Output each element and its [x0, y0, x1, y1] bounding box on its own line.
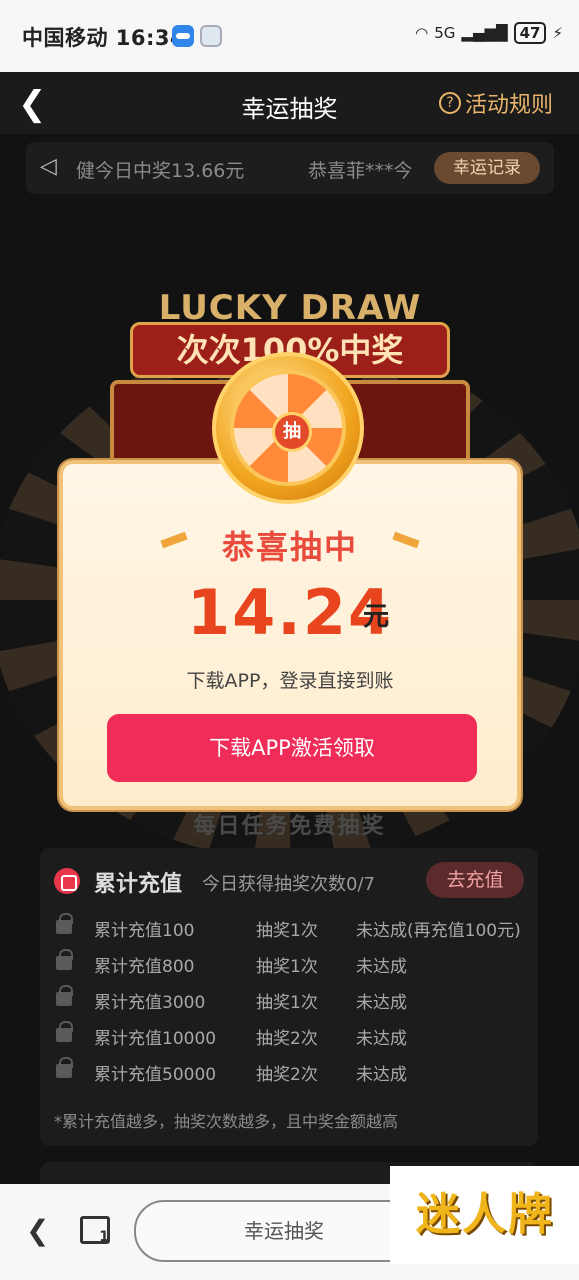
- wheel-segments: 抽: [230, 370, 346, 486]
- task-label: 累计充值800: [94, 957, 195, 977]
- task-status: 未达成: [356, 957, 407, 977]
- popup-hint: 下载APP，登录直接到账: [186, 670, 394, 692]
- browser-bottom-bar: ❮ 1 幸运抽奖 迷人牌: [0, 1166, 579, 1280]
- task-card-name: 累计充值: [94, 872, 183, 897]
- address-bar[interactable]: 幸运抽奖: [134, 1200, 434, 1262]
- watermark-logo: 迷人牌: [390, 1166, 579, 1264]
- task-status: 未达成(再充值100元): [356, 921, 521, 941]
- download-app-button[interactable]: 下载APP激活领取: [107, 714, 477, 782]
- task-row: 累计充值800 抽奖1次 未达成: [52, 948, 532, 984]
- task-label: 累计充值100: [94, 921, 195, 941]
- task-reward: 抽奖2次: [256, 1065, 318, 1085]
- browser-back-icon[interactable]: ❮: [26, 1214, 49, 1247]
- message-app-icon: [172, 25, 194, 47]
- question-icon: ?: [438, 92, 461, 114]
- task-row: 累计充值50000 抽奖2次 未达成: [52, 1056, 532, 1092]
- lock-icon: [56, 949, 73, 970]
- battery-level: 47: [513, 22, 547, 44]
- signal-bars-icon: ▂▄▆█: [461, 24, 508, 42]
- lock-icon: [56, 985, 73, 1006]
- prize-popup: 恭喜抽中 14.24 元 下载APP，登录直接到账 下载APP激活领取: [59, 460, 521, 810]
- task-row: 累计充值100 抽奖1次 未达成(再充值100元): [52, 912, 532, 948]
- task-status: 未达成: [356, 1029, 407, 1049]
- task-reward: 抽奖2次: [256, 1029, 318, 1049]
- charging-icon: ⚡: [552, 24, 563, 42]
- task-row: 累计充值3000 抽奖1次 未达成: [52, 984, 532, 1020]
- rules-label: 活动规则: [464, 93, 553, 118]
- task-row: 累计充值10000 抽奖2次 未达成: [52, 1020, 532, 1056]
- task-reward: 抽奖1次: [256, 921, 318, 941]
- wifi-icon: ◠: [415, 24, 429, 42]
- wheel-hub: 抽: [272, 412, 312, 452]
- speaker-icon: ◁: [40, 154, 57, 179]
- recharge-task-card: 累计充值 今日获得抽奖次数0/7 去充值 累计充值100 抽奖1次 未达成(再充…: [40, 848, 538, 1146]
- lock-icon: [56, 1057, 73, 1078]
- lock-icon: [56, 913, 73, 934]
- popup-heading: 恭喜抽中: [221, 528, 358, 566]
- page-header: ❮ 幸运抽奖 ? 活动规则: [0, 72, 579, 134]
- marquee-text-1: 健今日中奖13.66元: [76, 160, 245, 182]
- winner-marquee: ◁ 健今日中奖13.66元 恭喜菲***今 幸运记录: [26, 142, 554, 194]
- task-note: *累计充值越多，抽奖次数越多，且中奖金额越高: [54, 1112, 399, 1131]
- lock-icon: [56, 1021, 73, 1042]
- gallery-app-icon: [200, 25, 222, 47]
- tab-count: 1: [99, 1229, 109, 1245]
- task-reward: 抽奖1次: [256, 957, 318, 977]
- rules-button[interactable]: ? 活动规则: [438, 87, 553, 119]
- status-right: ◠ 5G ▂▄▆█ 47 ⚡: [415, 22, 563, 44]
- task-label: 累计充值50000: [94, 1065, 217, 1085]
- task-label: 累计充值10000: [94, 1029, 217, 1049]
- go-recharge-button[interactable]: 去充值: [426, 862, 524, 898]
- tabs-icon[interactable]: 1: [80, 1216, 110, 1245]
- recharge-icon: [54, 868, 80, 894]
- task-reward: 抽奖1次: [256, 993, 318, 1013]
- carrier-time: 中国移动 16:34: [22, 26, 186, 50]
- tasks-section-title: 每日任务免费抽奖: [193, 814, 386, 839]
- prize-unit: 元: [363, 602, 390, 632]
- lottery-wheel-coin-icon: 抽: [212, 352, 364, 504]
- task-status: 未达成: [356, 1065, 407, 1085]
- signal-label: 5G: [434, 24, 456, 42]
- task-card-subtitle: 今日获得抽奖次数0/7: [202, 874, 375, 895]
- task-status: 未达成: [356, 993, 407, 1013]
- task-label: 累计充值3000: [94, 993, 206, 1013]
- status-bar: 中国移动 16:34 ◠ 5G ▂▄▆█ 47 ⚡: [0, 0, 579, 72]
- marquee-text-2: 恭喜菲***今: [308, 160, 413, 182]
- lucky-record-button[interactable]: 幸运记录: [434, 152, 540, 184]
